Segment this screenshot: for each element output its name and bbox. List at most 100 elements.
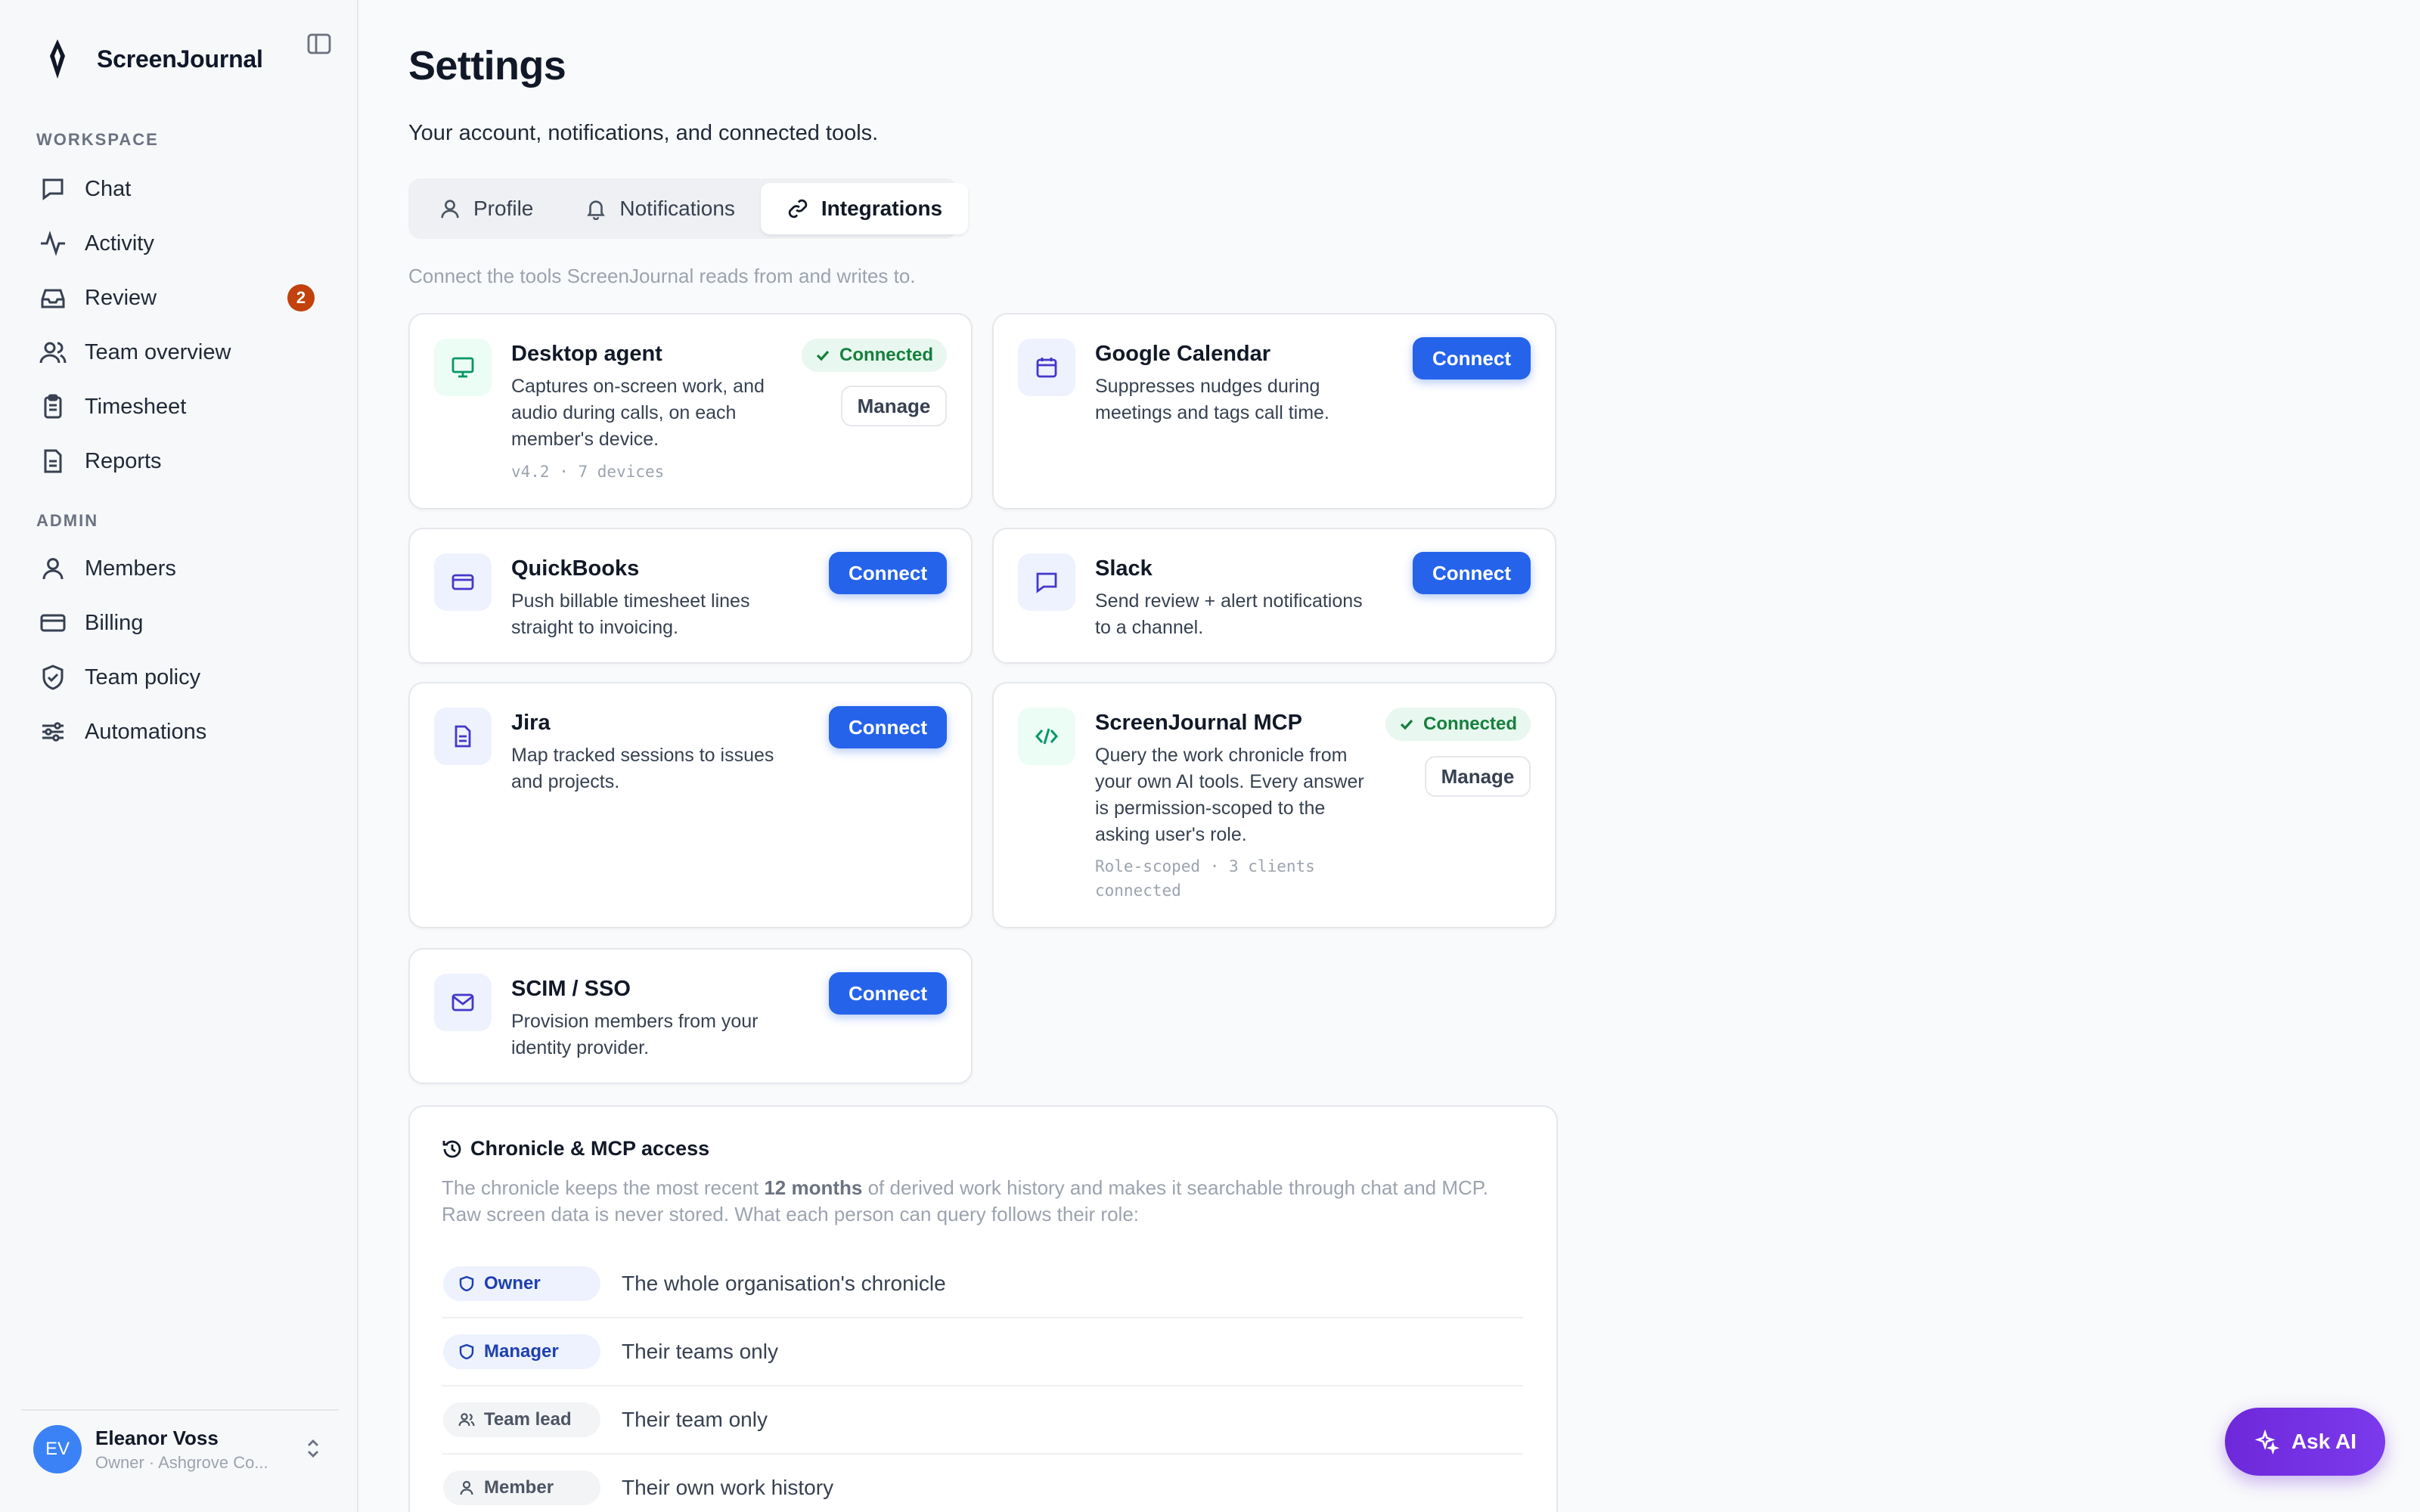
avatar: EV [33,1425,82,1473]
chat-icon [42,178,64,200]
integration-card-google-calendar: Google Calendar Suppresses nudges during… [992,313,1556,510]
connect-jira-button[interactable]: Connect [829,706,947,748]
shield-icon [459,1275,474,1292]
user-name: Eleanor Voss [95,1426,219,1449]
main-content: Settings Your account, notifications, an… [358,0,2420,1512]
integration-card-slack: Slack Send review + alert notifications … [992,528,1556,664]
integration-title: SCIM / SSO [511,977,631,1001]
clipboard-icon [44,394,62,419]
role-pill-owner: Owner [443,1266,600,1301]
integration-meta: Role-scoped · 3 clients connected [1095,857,1315,900]
integration-title: Google Calendar [1095,342,1271,366]
sidebar-item-label: Members [85,556,176,581]
sparkles-icon [2254,1429,2279,1455]
activity-icon [41,231,65,256]
sidebar-toggle-icon[interactable] [306,30,333,57]
role-access-scope: The whole organisation's chronicle [622,1272,946,1295]
page-title: Settings [408,43,566,88]
access-title: Chronicle & MCP access [470,1137,710,1160]
manage-mcp-button[interactable]: Manage [1425,756,1531,797]
sidebar-item-activity[interactable]: Activity [21,219,339,268]
sidebar-item-label: Activity [85,231,154,256]
integration-description: Captures on-screen work, and audio durin… [511,376,765,450]
integration-title: ScreenJournal MCP [1095,711,1302,735]
ask-ai-label: Ask AI [2291,1430,2357,1453]
access-description: The chronicle keeps the most recent 12 m… [442,1176,1488,1225]
history-icon [442,1140,461,1157]
connect-scim-sso-button[interactable]: Connect [829,972,947,1015]
integration-card-jira: Jira Map tracked sessions to issues and … [408,682,973,928]
link-icon [788,199,808,218]
tab-label: Profile [473,197,534,220]
sidebar-item-members[interactable]: Members [21,544,339,593]
chat-icon [1036,572,1057,593]
role-pill-member: Member [443,1470,600,1505]
integration-card-screenjournal-mcp: ScreenJournal MCP Query the work chronic… [992,682,1556,928]
users-icon [39,342,67,364]
sidebar-item-timesheet[interactable]: Timesheet [21,383,339,431]
file-icon [44,449,62,473]
page-subtitle: Your account, notifications, and connect… [408,121,879,145]
check-icon [1400,719,1413,730]
role-access-scope: Their teams only [622,1340,778,1363]
credit-card-icon [451,574,474,590]
file-icon [455,725,471,748]
user-icon [460,1480,473,1495]
integration-title: Desktop agent [511,342,662,366]
bell-icon [587,200,606,220]
sidebar-item-reports[interactable]: Reports [21,437,339,485]
integrations-helper-text: Connect the tools ScreenJournal reads fr… [408,265,916,287]
integration-description: Provision members from your identity pro… [511,1011,759,1058]
sidebar-item-label: Timesheet [85,394,187,419]
review-count-badge: 2 [287,284,315,311]
sidebar-item-label: Reports [85,448,162,473]
connect-google-calendar-button[interactable]: Connect [1413,337,1531,380]
brand-logo-icon [50,39,65,79]
chevron-updown-icon [308,1439,318,1458]
shield-icon [459,1343,474,1360]
sidebar-item-review[interactable]: Review 2 [21,274,339,322]
connected-badge: Connected [801,339,947,372]
tab-label: Notifications [619,197,735,220]
inbox-icon [41,289,65,308]
section-label-workspace: WORKSPACE [36,130,159,149]
integration-card-scim-sso: SCIM / SSO Provision members from your i… [408,948,973,1084]
integration-title: Jira [511,711,551,735]
connect-quickbooks-button[interactable]: Connect [829,552,947,594]
role-row: Member Their own work history [442,1455,1523,1512]
integration-title: Slack [1095,556,1153,581]
credit-card-icon [40,614,66,632]
role-row: Team lead Their team only [442,1387,1523,1455]
sidebar-item-chat[interactable]: Chat [21,165,339,213]
integration-description: Suppresses nudges during meetings and ta… [1095,376,1329,423]
user-menu[interactable]: EV Eleanor Voss Owner · Ashgrove Co... [21,1409,339,1488]
role-row: Manager Their teams only [442,1318,1523,1387]
sidebar-item-team-policy[interactable]: Team policy [21,653,339,702]
user-icon [42,558,64,580]
ask-ai-button[interactable]: Ask AI [2225,1408,2385,1476]
brand-name: ScreenJournal [97,45,263,73]
tab-integrations[interactable]: Integrations [760,183,969,234]
settings-tabs: Profile Notifications Integrations [408,178,969,239]
chronicle-access-panel: Chronicle & MCP access The chronicle kee… [408,1105,1558,1512]
integration-card-quickbooks: QuickBooks Push billable timesheet lines… [408,528,973,664]
tab-label: Integrations [821,197,943,220]
integration-description: Push billable timesheet lines straight t… [511,590,750,638]
sidebar-item-automations[interactable]: Automations [21,708,339,756]
sidebar-item-billing[interactable]: Billing [21,599,339,647]
manage-desktop-agent-button[interactable]: Manage [841,386,947,426]
sidebar-item-team-overview[interactable]: Team overview [21,328,339,376]
calendar-icon [1036,358,1057,378]
monitor-icon [451,357,474,378]
integration-description: Send review + alert notifications to a c… [1095,590,1363,638]
tab-notifications[interactable]: Notifications [559,183,761,234]
integration-title: QuickBooks [511,556,640,581]
users-icon [458,1413,475,1427]
section-label-admin: ADMIN [36,511,99,530]
role-access-scope: Their own work history [622,1476,834,1499]
tab-profile[interactable]: Profile [413,183,559,234]
brand[interactable]: ScreenJournal [45,39,263,79]
integration-card-desktop-agent: Desktop agent Captures on-screen work, a… [408,313,973,510]
sidebar-item-label: Team overview [85,339,231,364]
connect-slack-button[interactable]: Connect [1413,552,1531,594]
